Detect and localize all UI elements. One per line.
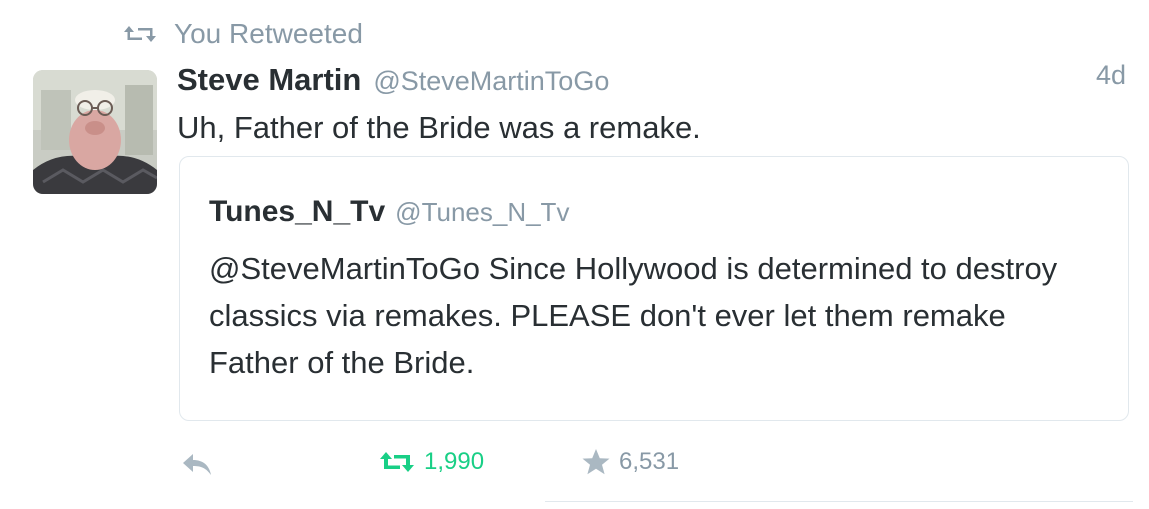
avatar[interactable] — [33, 70, 157, 194]
retweet-icon — [380, 452, 414, 472]
reply-button[interactable] — [181, 452, 213, 478]
favorite-count: 6,531 — [619, 448, 680, 475]
tweet-actions: 1,990 6,531 — [0, 448, 1149, 484]
tweet-header: Steve Martin @SteveMartinToGo — [177, 62, 609, 98]
tweet-text: Uh, Father of the Bride was a remake. — [177, 110, 701, 145]
retweet-button[interactable]: 1,990 — [378, 448, 484, 476]
author-fullname[interactable]: Steve Martin — [177, 62, 361, 98]
tweet-timestamp[interactable]: 4d — [1096, 60, 1126, 91]
author-handle[interactable]: @SteveMartinToGo — [373, 66, 609, 97]
retweet-context: You Retweeted — [122, 18, 363, 50]
quoted-author-fullname: Tunes_N_Tv — [209, 195, 386, 228]
retweet-context-label: You Retweeted — [174, 18, 363, 49]
quoted-tweet[interactable]: Tunes_N_Tv @Tunes_N_Tv @SteveMartinToGo … — [179, 156, 1129, 421]
retweet-icon — [124, 26, 156, 42]
quoted-author-handle: @Tunes_N_Tv — [395, 197, 570, 227]
quoted-tweet-header: Tunes_N_Tv @Tunes_N_Tv — [209, 195, 569, 229]
retweet-count: 1,990 — [424, 448, 485, 475]
quoted-tweet-text: @SteveMartinToGo Since Hollywood is dete… — [209, 251, 1058, 380]
divider — [545, 501, 1133, 502]
favorite-button[interactable]: 6,531 — [581, 448, 679, 476]
star-icon — [582, 449, 610, 475]
avatar-image — [33, 70, 157, 194]
reply-icon — [183, 454, 211, 475]
